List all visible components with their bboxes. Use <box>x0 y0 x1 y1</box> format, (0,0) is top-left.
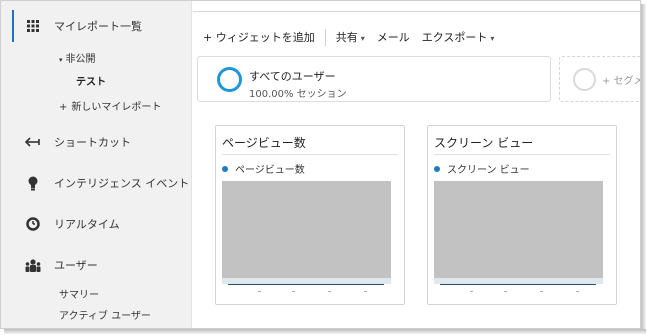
app-window: マイレポート一覧 ▾ 非公開 テスト + 新しいマイレポート ショートカット インテ… <box>0 0 641 329</box>
axis-tick <box>504 291 507 292</box>
add-segment-label: + セグメ <box>602 76 641 87</box>
segment-card[interactable]: すべてのユーザー 100.00% セッション <box>197 56 551 102</box>
axis-tick <box>470 291 473 292</box>
axis-tick <box>364 291 367 292</box>
sidebar-item-label: マイレポート一覧 <box>54 20 142 33</box>
legend-label: ページビュー数 <box>235 165 305 176</box>
widget-screenviews[interactable]: スクリーン ビュー スクリーン ビュー <box>427 125 617 305</box>
chevron-down-icon: ▾ <box>490 34 495 43</box>
clock-icon <box>25 216 41 232</box>
axis-tick <box>540 291 543 292</box>
chart-placeholder <box>434 181 603 278</box>
legend-dot-icon <box>434 165 440 172</box>
sidebar-item-label: リアルタイム <box>54 218 120 231</box>
new-report-link[interactable]: + 新しいマイレポート <box>59 98 161 113</box>
widget-title: ページビュー数 <box>222 136 306 150</box>
sidebar-item-shortcuts[interactable]: ショートカット <box>1 133 192 151</box>
widget-divider <box>222 154 398 155</box>
widget-legend: スクリーン ビュー <box>434 161 530 176</box>
widget-title: スクリーン ビュー <box>434 136 534 150</box>
segment-ring-icon <box>217 67 242 92</box>
chart-x-axis <box>440 284 596 285</box>
sidebar-item-realtime[interactable]: リアルタイム <box>1 215 192 233</box>
add-segment-button[interactable]: + セグメ <box>559 56 641 102</box>
sidebar-item-label: ユーザー <box>54 259 98 272</box>
dashboard-toolbar: + ウィジェットを追加 共有 ▾ メール エクスポート ▾ <box>193 25 500 49</box>
axis-tick <box>258 291 261 292</box>
top-divider <box>193 11 640 12</box>
sidebar-item-summary[interactable]: サマリー <box>59 286 99 301</box>
window-shadow <box>4 329 646 334</box>
empty-ring-icon <box>573 68 596 91</box>
toolbar-divider <box>324 28 326 46</box>
legend-dot-icon <box>222 165 228 172</box>
users-icon <box>25 257 41 273</box>
lightbulb-icon <box>25 175 41 191</box>
sidebar-item-test[interactable]: テスト <box>76 73 106 88</box>
chart-x-axis <box>228 284 384 285</box>
sidebar-item-users[interactable]: ユーザー <box>1 256 192 274</box>
private-group-label: 非公開 <box>65 54 96 65</box>
sidebar-item-reports[interactable]: マイレポート一覧 <box>1 17 192 35</box>
new-report-label: 新しいマイレポート <box>71 102 162 113</box>
chevron-down-icon: ▾ <box>360 34 365 43</box>
share-label: 共有 <box>335 31 358 44</box>
sidebar-item-active-users[interactable]: アクティブ ユーザー <box>59 307 151 322</box>
sidebar-item-intelligence[interactable]: インテリジェンス イベント <box>1 174 192 192</box>
segment-title: すべてのユーザー <box>249 70 336 83</box>
caret-down-icon: ▾ <box>59 56 63 64</box>
widget-legend: ページビュー数 <box>222 161 305 176</box>
share-button[interactable]: 共有 ▾ <box>330 29 371 45</box>
axis-tick <box>576 291 579 292</box>
add-widget-button[interactable]: + ウィジェットを追加 <box>193 29 321 45</box>
legend-label: スクリーン ビュー <box>447 165 530 176</box>
plus-icon: + <box>59 102 68 113</box>
axis-tick <box>292 291 295 292</box>
sidebar-item-label: インテリジェンス イベント <box>54 177 190 190</box>
private-group-toggle[interactable]: ▾ 非公開 <box>59 50 96 65</box>
export-button[interactable]: エクスポート ▾ <box>416 29 501 45</box>
widget-pageviews[interactable]: ページビュー数 ページビュー数 <box>215 125 405 305</box>
grid-icon <box>25 18 41 34</box>
sidebar: マイレポート一覧 ▾ 非公開 テスト + 新しいマイレポート ショートカット インテ… <box>1 1 192 328</box>
shortcut-arrow-icon <box>25 134 41 150</box>
window-shadow <box>641 4 646 334</box>
sidebar-item-label: ショートカット <box>54 136 131 149</box>
chart-placeholder <box>222 181 391 278</box>
export-label: エクスポート <box>421 31 488 44</box>
widget-divider <box>434 154 610 155</box>
mail-button[interactable]: メール <box>371 29 416 45</box>
axis-tick <box>328 291 331 292</box>
segment-subtitle: 100.00% セッション <box>249 89 347 100</box>
